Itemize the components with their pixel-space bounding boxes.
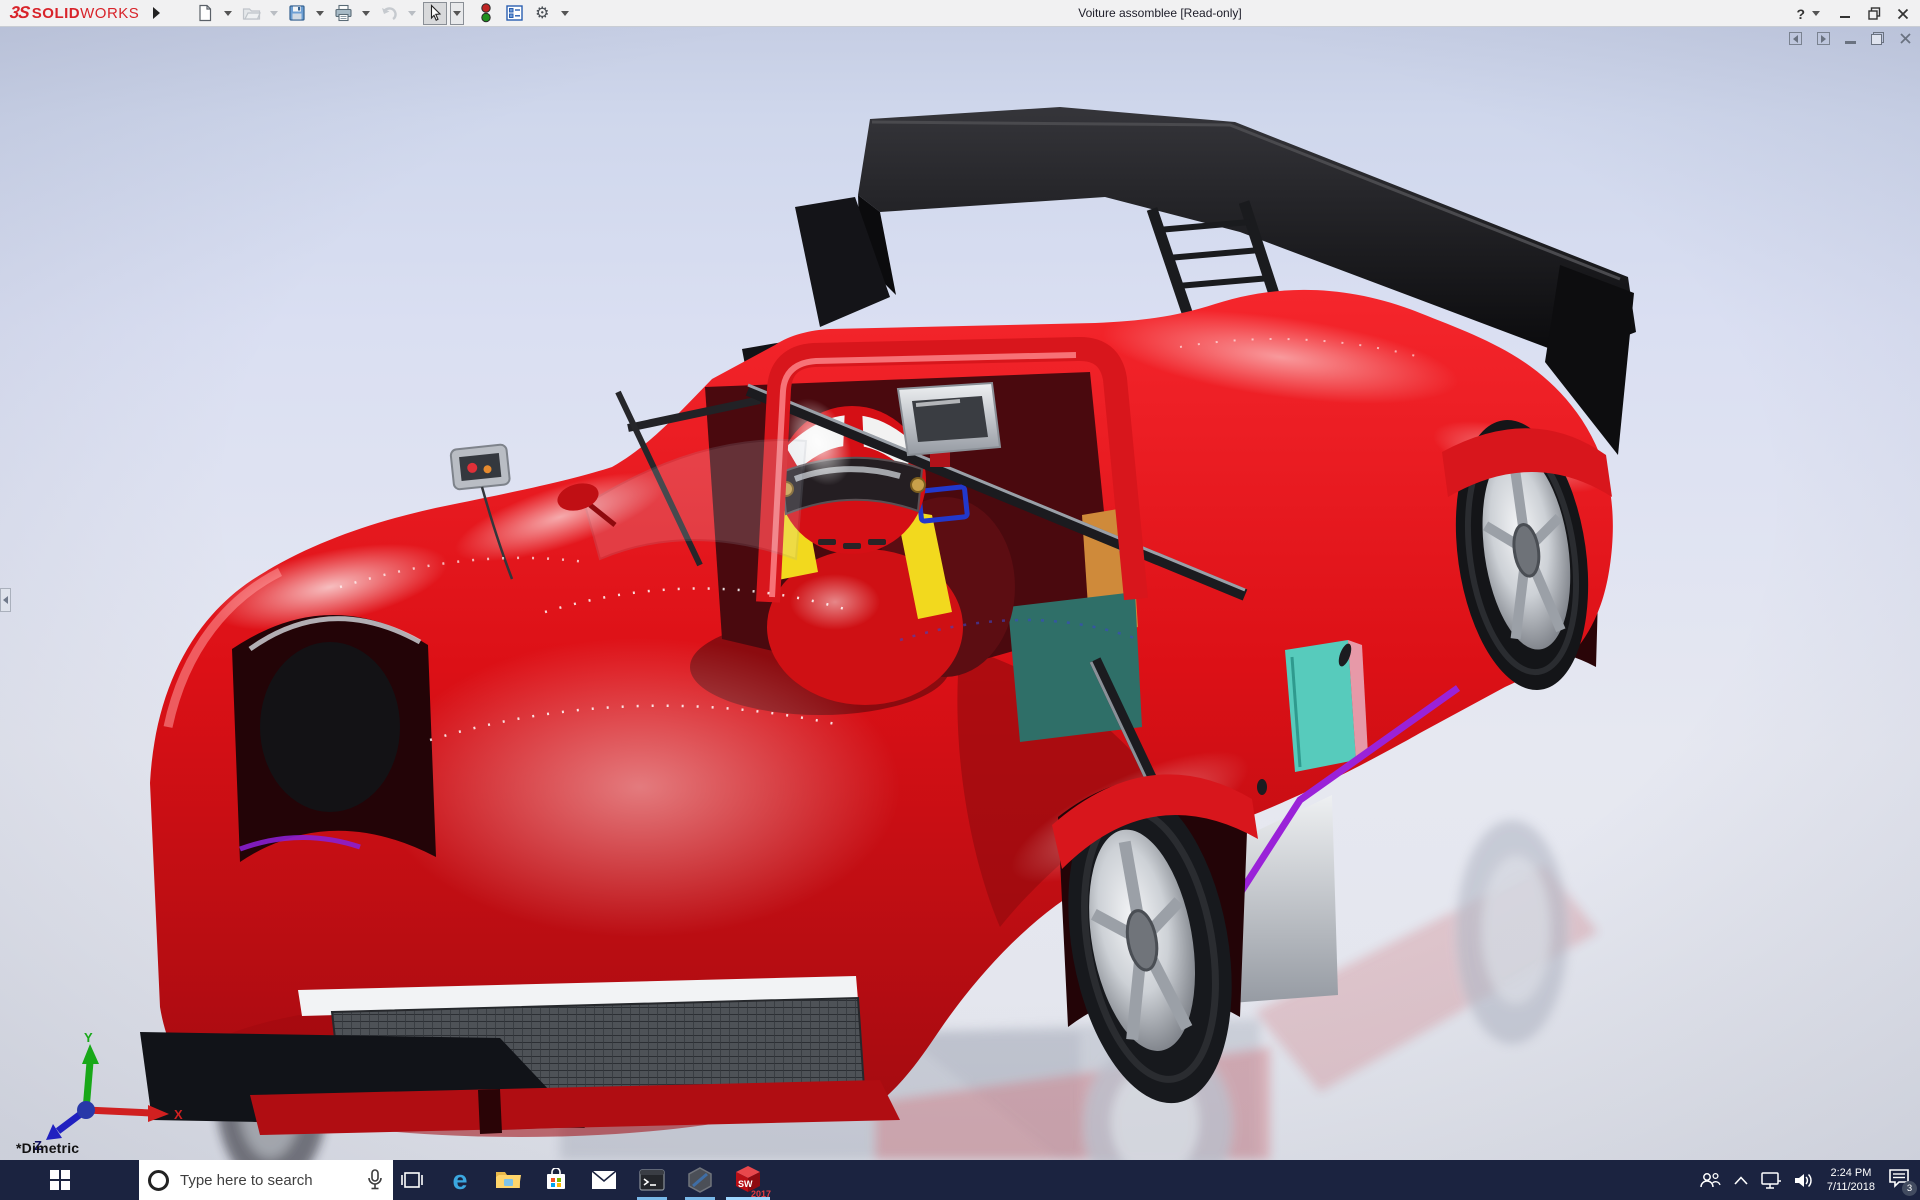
mail-icon xyxy=(591,1170,617,1190)
undo-icon xyxy=(379,4,399,22)
print-button[interactable] xyxy=(331,2,355,25)
window-title: Voiture assomblee [Read-only] xyxy=(1078,6,1241,20)
taskbar-solidworks-button[interactable]: SW 2017 xyxy=(724,1160,772,1200)
window-controls: ? xyxy=(1796,0,1910,27)
clock-time: 2:24 PM xyxy=(1827,1166,1875,1180)
task-view-button[interactable] xyxy=(388,1160,436,1200)
command-prompt-icon xyxy=(639,1169,665,1191)
action-center-button[interactable]: 3 xyxy=(1888,1168,1910,1193)
graphics-viewport[interactable]: Y X Z *Dimetric xyxy=(0,27,1920,1160)
edge-icon: e xyxy=(452,1167,467,1194)
clock-date: 7/11/2018 xyxy=(1827,1180,1875,1194)
help-button[interactable]: ? xyxy=(1796,6,1805,22)
taskbar-command-prompt-button[interactable] xyxy=(628,1160,676,1200)
ds-logo-mark: 3S xyxy=(9,3,31,23)
file-explorer-icon xyxy=(495,1169,521,1191)
triad-x-label: X xyxy=(174,1107,183,1122)
search-placeholder: Type here to search xyxy=(180,1172,313,1189)
select-button[interactable] xyxy=(423,2,447,25)
display-pane-icon xyxy=(505,4,524,22)
new-document-button[interactable] xyxy=(193,2,217,25)
hidden-icons-chevron[interactable] xyxy=(1734,1176,1748,1185)
restore-button[interactable] xyxy=(1867,7,1881,21)
triad-y-label: Y xyxy=(84,1032,93,1045)
display-pane-button[interactable] xyxy=(502,2,526,25)
select-caret-icon xyxy=(453,11,461,16)
toolbar-flyout-button[interactable] xyxy=(147,2,165,25)
store-icon xyxy=(545,1168,567,1192)
settings-button[interactable]: ⚙ xyxy=(530,2,554,25)
document-minimize-button[interactable] xyxy=(1845,41,1856,44)
headlight-detail[interactable] xyxy=(450,444,510,490)
open-icon xyxy=(242,4,261,22)
taskbar-edge-button[interactable]: e xyxy=(436,1160,484,1200)
clock[interactable]: 2:24 PM 7/11/2018 xyxy=(1827,1166,1875,1195)
start-button[interactable] xyxy=(36,1160,84,1200)
solidworks-logo: 3S SOLID WORKS xyxy=(0,0,147,27)
open-caret-icon xyxy=(270,11,278,16)
print-icon xyxy=(334,4,353,22)
brand-solid: SOLID xyxy=(32,5,80,22)
windows-logo-icon xyxy=(50,1170,70,1190)
side-window-teal[interactable] xyxy=(1285,640,1368,772)
next-window-button[interactable] xyxy=(1817,32,1830,45)
document-close-button[interactable] xyxy=(1899,32,1912,45)
new-caret-icon[interactable] xyxy=(224,11,232,16)
notification-badge: 3 xyxy=(1902,1181,1917,1196)
help-caret-icon[interactable] xyxy=(1812,11,1820,16)
search-box[interactable]: Type here to search xyxy=(139,1160,393,1200)
network-icon[interactable] xyxy=(1761,1172,1781,1189)
new-document-icon xyxy=(196,4,214,22)
traffic-lights-icon xyxy=(480,3,492,23)
save-button[interactable] xyxy=(285,2,309,25)
cortana-icon[interactable] xyxy=(148,1170,169,1191)
view-orientation-label: *Dimetric xyxy=(16,1140,79,1156)
print-caret-icon[interactable] xyxy=(362,11,370,16)
system-tray: 2:24 PM 7/11/2018 3 xyxy=(1699,1160,1920,1200)
taskbar-mail-button[interactable] xyxy=(580,1160,628,1200)
select-caret-button[interactable] xyxy=(450,2,464,25)
taskbar-apps: e xyxy=(388,1160,772,1200)
svg-text:SW: SW xyxy=(738,1179,753,1189)
windows-taskbar: Type here to search e xyxy=(0,1160,1920,1200)
volume-icon[interactable] xyxy=(1794,1172,1814,1189)
title-bar: 3S SOLID WORKS xyxy=(0,0,1920,27)
restore-icon xyxy=(1868,7,1881,20)
reference-triad: Y X Z xyxy=(26,1032,196,1152)
front-left-wheel-arch[interactable] xyxy=(232,615,436,862)
gear-icon: ⚙ xyxy=(535,5,549,21)
hexagon-app-icon xyxy=(687,1167,713,1193)
minimize-button[interactable] xyxy=(1838,7,1852,21)
race-car-model[interactable] xyxy=(0,27,1920,1160)
close-button[interactable] xyxy=(1896,7,1910,21)
minimize-icon xyxy=(1839,8,1851,20)
taskbar-hexagon-app-button[interactable] xyxy=(676,1160,724,1200)
microphone-icon[interactable] xyxy=(367,1169,383,1191)
quick-access-toolbar: ⚙ xyxy=(193,2,572,25)
taskbar-store-button[interactable] xyxy=(532,1160,580,1200)
save-icon xyxy=(288,4,306,22)
settings-caret-icon[interactable] xyxy=(561,11,569,16)
undo-caret-icon xyxy=(408,11,416,16)
save-caret-icon[interactable] xyxy=(316,11,324,16)
select-cursor-icon xyxy=(427,4,444,22)
left-arrow-icon xyxy=(1793,35,1798,43)
play-icon xyxy=(153,7,160,19)
open-button[interactable] xyxy=(239,2,263,25)
taskbar-file-explorer-button[interactable] xyxy=(484,1160,532,1200)
previous-window-button[interactable] xyxy=(1789,32,1802,45)
close-icon xyxy=(1897,8,1909,20)
right-arrow-icon xyxy=(1821,35,1826,43)
splitter-slot xyxy=(478,1089,502,1134)
document-window-controls xyxy=(1789,32,1912,45)
task-view-icon xyxy=(401,1169,423,1191)
selection-lights-button[interactable] xyxy=(474,2,498,25)
people-icon[interactable] xyxy=(1699,1171,1721,1189)
document-restore-button[interactable] xyxy=(1871,32,1884,45)
undo-button xyxy=(377,2,401,25)
brand-works: WORKS xyxy=(80,5,139,22)
